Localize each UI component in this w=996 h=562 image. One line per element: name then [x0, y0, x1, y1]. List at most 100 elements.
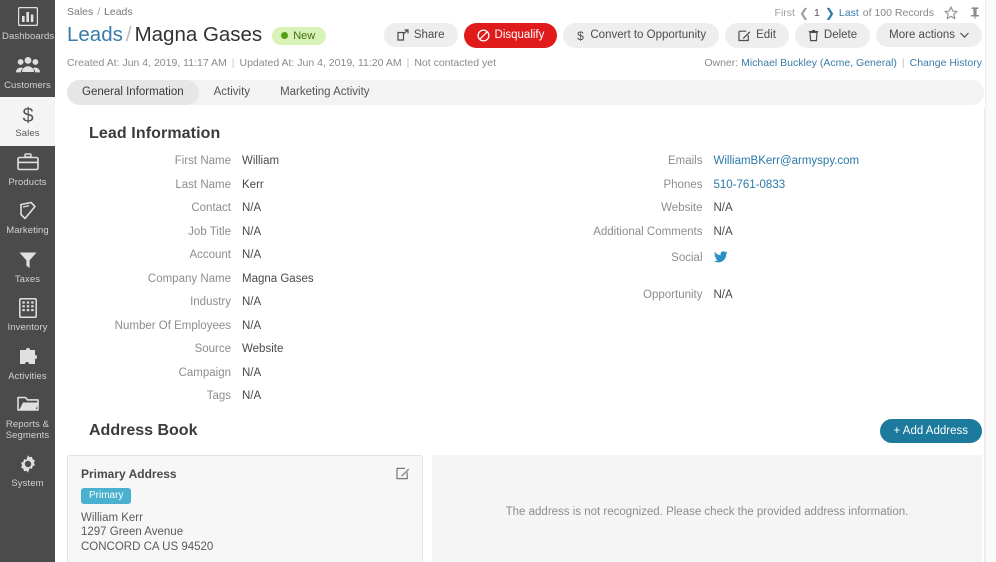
address-card[interactable]: Primary Address Primary William Kerr 129… — [67, 454, 423, 562]
field-first-name: First Name William — [67, 155, 525, 167]
sidebar-item-activities[interactable]: Activities — [0, 340, 55, 389]
edit-button-label: Edit — [756, 29, 776, 41]
products-briefcase-icon — [2, 152, 53, 175]
field-value: N/A — [713, 225, 733, 238]
chevron-left-icon[interactable]: ❮ — [799, 7, 809, 19]
sidebar-item-system[interactable]: System — [0, 447, 55, 496]
more-actions-button[interactable]: More actions — [876, 23, 982, 47]
inventory-grid-icon — [2, 298, 53, 320]
sales-dollar-icon: $ — [2, 104, 53, 126]
disqualify-button[interactable]: Disqualify — [463, 22, 558, 48]
general-information-panel: Lead Information First Name William Last… — [55, 125, 996, 562]
scrollbar-thumb[interactable] — [988, 2, 995, 302]
sidebar-item-label: Sales — [15, 128, 40, 139]
page-title-link[interactable]: Leads — [67, 23, 123, 46]
field-label: Campaign — [178, 366, 231, 379]
change-history-link[interactable]: Change History — [910, 57, 982, 69]
lead-info-left-column: First Name William Last Name Kerr Contac… — [67, 155, 525, 414]
sidebar-item-products[interactable]: Products — [0, 146, 55, 195]
owner-name-link[interactable]: Michael Buckley (Acme, General) — [741, 57, 897, 69]
caret-down-icon — [960, 32, 969, 38]
field-label: Job Title — [188, 225, 231, 238]
field-value: N/A — [242, 202, 262, 214]
field-value: Magna Gases — [242, 272, 314, 285]
field-label: First Name — [174, 155, 231, 167]
meta-separator: | — [406, 57, 410, 69]
lead-information-columns: First Name William Last Name Kerr Contac… — [67, 155, 982, 414]
field-value: N/A — [242, 296, 262, 308]
record-nav-first[interactable]: First — [775, 7, 795, 19]
customers-people-icon — [2, 56, 53, 78]
page-scrollbar[interactable] — [985, 0, 996, 562]
share-button[interactable]: Share — [383, 23, 458, 47]
trash-icon — [808, 29, 819, 42]
page-title-separator: / — [125, 23, 132, 46]
record-meta: Created At: Jun 4, 2019, 11:17 AM | Update… — [67, 57, 496, 69]
field-company-name: Company Name Magna Gases — [67, 273, 525, 285]
sidebar-item-customers[interactable]: Customers — [0, 49, 55, 98]
field-label: Company Name — [147, 272, 231, 285]
sidebar-item-reports-segments[interactable]: Reports & Segments — [0, 388, 55, 447]
activities-puzzle-icon — [2, 347, 53, 369]
sidebar-item-inventory[interactable]: Inventory — [0, 291, 55, 340]
twitter-icon[interactable] — [713, 251, 728, 266]
add-address-button[interactable]: + Add Address — [879, 418, 982, 443]
address-line-2: 1297 Green Avenue — [81, 526, 184, 538]
field-value: William — [242, 155, 280, 167]
taxes-funnel-icon — [2, 250, 53, 272]
field-additional-comments: Additional Comments N/A — [525, 226, 983, 238]
lead-information-title: Lead Information — [89, 125, 221, 142]
field-value: N/A — [713, 289, 733, 301]
sidebar-item-label: Customers — [4, 79, 51, 91]
field-label: Website — [661, 202, 703, 214]
title-row: Leads/Magna Gases New Share Disqualify — [67, 20, 982, 50]
sidebar-item-dashboards[interactable]: Dashboards — [0, 0, 55, 49]
chevron-right-icon[interactable]: ❯ — [825, 7, 835, 19]
sidebar-item-taxes[interactable]: Taxes — [0, 243, 55, 292]
sidebar-item-marketing[interactable]: Marketing — [0, 194, 55, 243]
field-label: Emails — [667, 155, 703, 167]
svg-text:$: $ — [22, 105, 33, 126]
sidebar-item-sales[interactable]: $ Sales — [0, 97, 55, 146]
delete-button[interactable]: Delete — [794, 22, 871, 48]
edit-pencil-icon — [738, 29, 751, 42]
meta-row: Created At: Jun 4, 2019, 11:17 AM | Update… — [67, 55, 982, 71]
marketing-book-icon — [2, 201, 53, 223]
convert-to-opportunity-button[interactable]: $ Convert to Opportunity — [563, 22, 720, 48]
breadcrumb-leaf[interactable]: Leads — [104, 6, 133, 18]
sidebar-item-label: Taxes — [14, 273, 41, 285]
address-card-title: Primary Address — [81, 466, 177, 481]
tab-marketing-activity[interactable]: Marketing Activity — [265, 80, 384, 105]
star-icon[interactable] — [944, 6, 958, 20]
field-label: Contact — [191, 202, 231, 214]
dollar-icon: $ — [576, 29, 585, 42]
field-phones: Phones 510-761-0833 — [525, 179, 983, 191]
share-icon — [397, 29, 409, 41]
record-nav-last[interactable]: Last — [839, 7, 859, 19]
edit-pencil-icon[interactable] — [396, 466, 410, 480]
pin-icon[interactable] — [968, 6, 982, 20]
address-book-body: Primary Address Primary William Kerr 129… — [67, 454, 982, 562]
field-label: Industry — [190, 296, 231, 308]
delete-button-label: Delete — [823, 29, 858, 41]
updated-at: Updated At: Jun 4, 2019, 11:20 AM — [239, 57, 402, 69]
address-lines: William Kerr 1297 Green Avenue CONCORD C… — [81, 511, 409, 555]
tab-activity[interactable]: Activity — [199, 80, 265, 105]
status-dot-icon — [281, 32, 289, 40]
edit-button[interactable]: Edit — [725, 22, 789, 48]
breadcrumb: Sales / Leads — [67, 6, 133, 18]
field-label: Last Name — [175, 178, 231, 191]
primary-tag: Primary — [81, 487, 132, 504]
tab-bar: General Information Activity Marketing A… — [67, 80, 984, 105]
tab-general-information[interactable]: General Information — [67, 80, 199, 105]
field-value: Website — [242, 343, 284, 355]
field-value-email-link[interactable]: WilliamBKerr@armyspy.com — [714, 155, 860, 167]
field-label: Tags — [206, 390, 231, 402]
address-book-title: Address Book — [89, 421, 198, 439]
sidebar-item-label: Marketing — [6, 225, 49, 236]
status-badge-label: New — [293, 29, 316, 42]
field-value-phone-link[interactable]: 510-761-0833 — [714, 179, 786, 191]
field-job-title: Job Title N/A — [67, 226, 525, 238]
breadcrumb-root[interactable]: Sales — [67, 6, 93, 18]
share-button-label: Share — [413, 29, 445, 41]
